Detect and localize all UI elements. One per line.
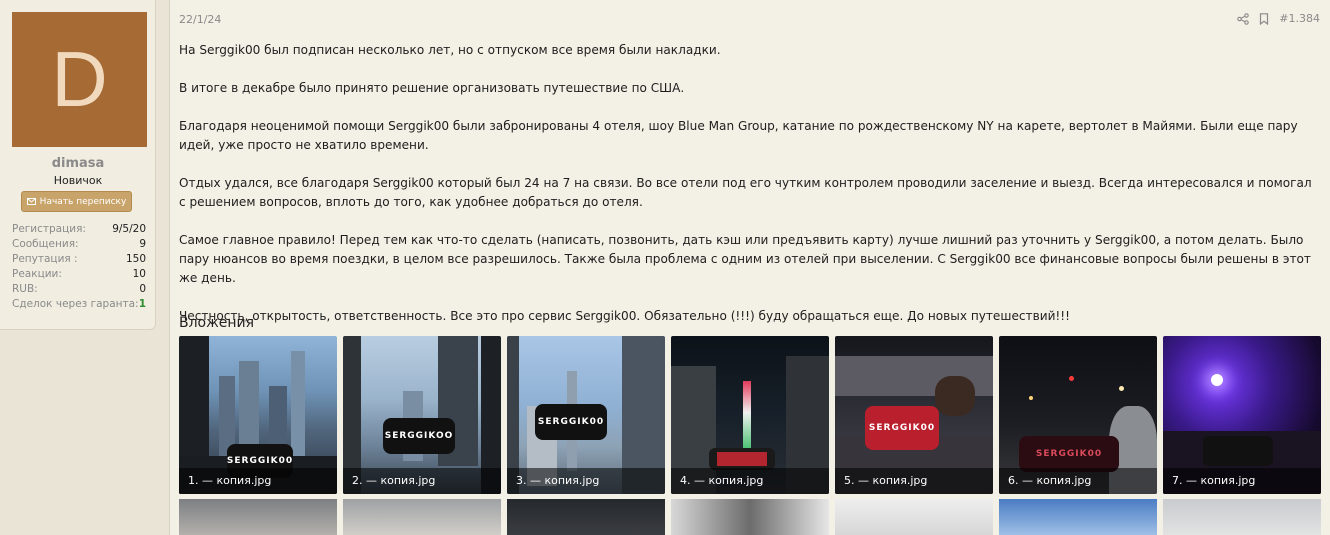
attachments-title: Вложения [179,315,255,331]
share-icon[interactable] [1237,12,1250,25]
attachment-thumbnail[interactable]: SERGGIKOO 2. — копия.jpg [343,336,501,494]
attachment-caption: 4. — копия.jpg [671,468,829,494]
post-number[interactable]: #1.384 [1279,12,1320,25]
attachment-thumbnail[interactable] [999,499,1157,535]
stat-value: 9/5/20 [112,223,146,235]
attachment-caption: 5. — копия.jpg [835,468,993,494]
avatar[interactable]: D [12,12,147,147]
stat-messages: Сообщения: 9 [12,237,146,252]
phone-screen: SERGGIK00 [1019,436,1119,472]
attachment-thumbnail[interactable]: 4. — копия.jpg [671,336,829,494]
stat-guarantee-deals: Сделок через гаранта: 1 [12,297,146,312]
post-tools: #1.384 [1237,12,1320,25]
stat-rub: RUB: 0 [12,282,146,297]
start-conversation-label: Начать переписку [39,196,127,207]
attachment-thumbnail[interactable]: SERGGIK00 5. — копия.jpg [835,336,993,494]
attachment-caption: 7. — копия.jpg [1163,468,1321,494]
attachment-thumbnail[interactable] [507,499,665,535]
stat-label: Реакции: [12,268,62,280]
phone-screen: SERGGIKOO [383,418,455,454]
post-body: На Serggik00 был подписан несколько лет,… [179,41,1319,345]
stat-value: 1 [138,298,146,310]
stat-registration: Регистрация: 9/5/20 [12,222,146,237]
username[interactable]: dimasa [0,156,156,171]
attachment-thumbnail[interactable] [179,499,337,535]
stat-label: Сделок через гаранта: [12,298,139,310]
avatar-letter: D [51,35,108,123]
stat-label: Сообщения: [12,238,79,250]
attachment-caption: 1. — копия.jpg [179,468,337,494]
bookmark-icon[interactable] [1259,12,1269,25]
attachment-thumbnail[interactable]: SERGGIK00 1. — копия.jpg [179,336,337,494]
attachment-thumbnail[interactable]: SERGGIK00 3. — копия.jpg [507,336,665,494]
envelope-icon [26,198,36,205]
post-paragraph: Честность, открытость, ответственность. … [179,309,1070,323]
stat-value[interactable]: 9 [139,237,146,252]
post-date[interactable]: 22/1/24 [179,13,221,26]
attachment-thumbnail[interactable] [671,499,829,535]
attachment-thumbnail[interactable] [1163,499,1321,535]
stat-value: 150 [125,253,146,265]
post-paragraph: На Serggik00 был подписан несколько лет,… [179,43,721,57]
stat-reactions: Реакции: 10 [12,267,146,282]
stat-reputation: Репутация : 150 [12,252,146,267]
attachment-thumbnail[interactable]: 7. — копия.jpg [1163,336,1321,494]
attachment-caption: 3. — копия.jpg [507,468,665,494]
phone-screen: SERGGIK00 [535,404,607,440]
attachment-caption: 6. — копия.jpg [999,468,1157,494]
user-title: Новичок [53,174,103,187]
phone-screen: SERGGIK00 [865,406,939,450]
attachment-caption: 2. — копия.jpg [343,468,501,494]
stat-label: Регистрация: [12,223,86,235]
stat-value: 10 [132,268,146,280]
stat-label: Репутация : [12,253,78,265]
start-conversation-button[interactable]: Начать переписку [21,191,132,212]
post-message: 22/1/24 #1.384 На Serggik00 был подписан… [169,0,1330,535]
attachment-thumbnail[interactable]: SERGGIK00 6. — копия.jpg [999,336,1157,494]
stat-label: RUB: [12,283,38,295]
post-paragraph: Благодаря неоценимой помощи Serggik00 бы… [179,119,1298,152]
attachment-thumbnail[interactable] [835,499,993,535]
attachment-thumbnail[interactable] [343,499,501,535]
post-paragraph: Отдых удался, все благодаря Serggik00 ко… [179,176,1312,209]
post-paragraph: В итоге в декабре было принято решение о… [179,81,685,95]
stat-value: 0 [139,283,146,295]
user-panel: D dimasa Новичок Начать переписку Регист… [0,0,156,330]
post-paragraph: Самое главное правило! Перед тем как что… [179,233,1311,285]
user-stats: Регистрация: 9/5/20 Сообщения: 9 Репутац… [12,222,146,312]
